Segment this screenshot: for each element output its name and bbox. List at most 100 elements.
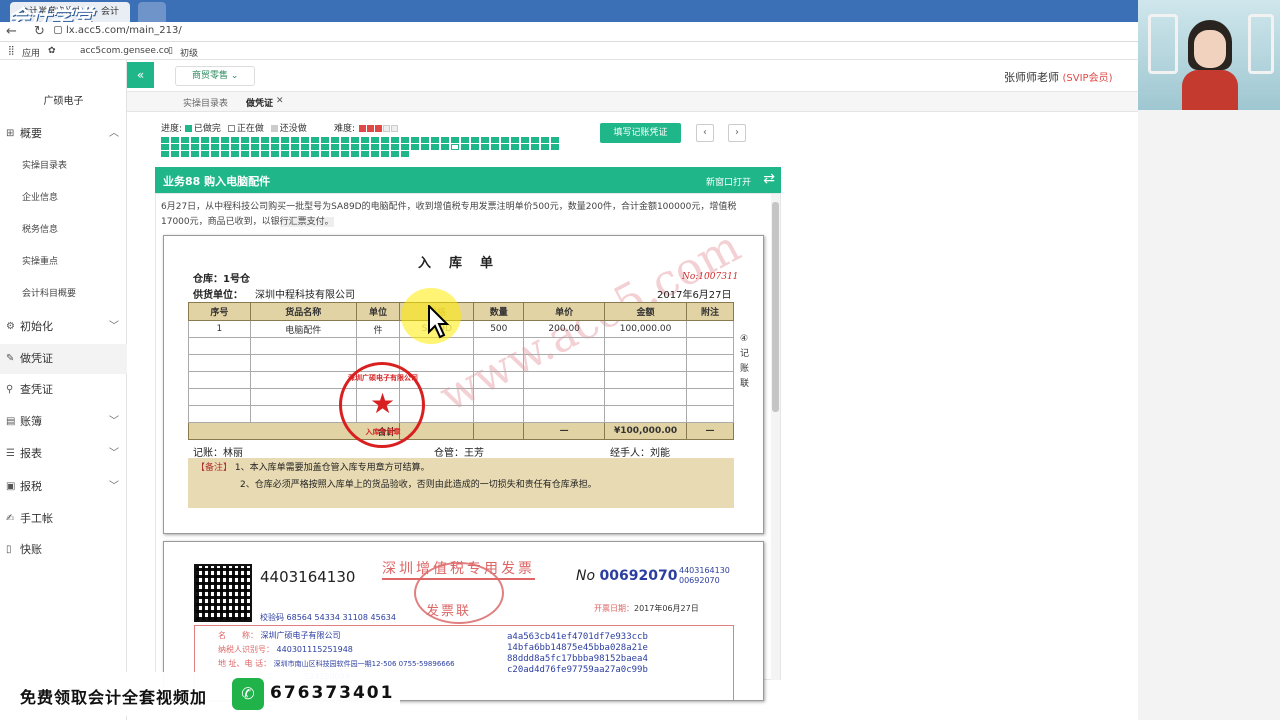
progress-cell[interactable] bbox=[321, 151, 329, 157]
progress-cell[interactable] bbox=[181, 137, 189, 143]
reload-icon[interactable]: ↻ bbox=[34, 24, 45, 39]
progress-cell[interactable] bbox=[181, 151, 189, 157]
progress-cell[interactable] bbox=[481, 137, 489, 143]
progress-cell[interactable] bbox=[271, 144, 279, 150]
progress-cell[interactable] bbox=[171, 151, 179, 157]
progress-cell[interactable] bbox=[421, 137, 429, 143]
progress-cell[interactable] bbox=[351, 144, 359, 150]
apps-icon[interactable]: ⣿ bbox=[8, 46, 15, 56]
progress-cell[interactable] bbox=[331, 144, 339, 150]
url-field[interactable]: lx.acc5.com/main_213/ bbox=[66, 25, 182, 36]
progress-cell[interactable] bbox=[301, 137, 309, 143]
progress-cell[interactable] bbox=[261, 144, 269, 150]
progress-cell[interactable] bbox=[201, 137, 209, 143]
progress-cell[interactable] bbox=[501, 144, 509, 150]
progress-cell[interactable] bbox=[511, 137, 519, 143]
progress-cell[interactable] bbox=[311, 151, 319, 157]
progress-cell[interactable] bbox=[431, 144, 439, 150]
progress-cell[interactable] bbox=[461, 144, 469, 150]
tab-make-voucher[interactable]: 做凭证 bbox=[246, 96, 273, 109]
fill-voucher-button[interactable]: 填写记账凭证 bbox=[600, 123, 681, 143]
progress-cell[interactable] bbox=[281, 151, 289, 157]
progress-cell[interactable] bbox=[211, 144, 219, 150]
progress-cell[interactable] bbox=[361, 144, 369, 150]
sidebar-item-query-voucher[interactable]: ⚲ 查凭证 bbox=[0, 375, 127, 405]
progress-cell[interactable] bbox=[221, 137, 229, 143]
progress-cell[interactable] bbox=[481, 144, 489, 150]
progress-cell[interactable] bbox=[261, 151, 269, 157]
collapse-sidebar-button[interactable]: « bbox=[127, 62, 154, 88]
progress-cell[interactable] bbox=[231, 137, 239, 143]
progress-cell[interactable] bbox=[301, 151, 309, 157]
progress-cell[interactable] bbox=[161, 137, 169, 143]
progress-cell[interactable] bbox=[191, 151, 199, 157]
progress-cell[interactable] bbox=[451, 137, 459, 143]
progress-cell[interactable] bbox=[251, 137, 259, 143]
progress-cell[interactable] bbox=[361, 137, 369, 143]
progress-cell[interactable] bbox=[281, 144, 289, 150]
progress-cell[interactable] bbox=[501, 137, 509, 143]
progress-cell[interactable] bbox=[281, 137, 289, 143]
progress-cell[interactable] bbox=[291, 137, 299, 143]
progress-cell[interactable] bbox=[441, 137, 449, 143]
sidebar-subitem-subjects[interactable]: 会计科目概要 bbox=[0, 279, 127, 309]
progress-cell[interactable] bbox=[441, 144, 449, 150]
progress-cell[interactable] bbox=[331, 151, 339, 157]
progress-cell[interactable] bbox=[401, 144, 409, 150]
back-icon[interactable]: ← bbox=[6, 24, 17, 39]
progress-cell[interactable] bbox=[461, 137, 469, 143]
progress-cell[interactable] bbox=[541, 144, 549, 150]
progress-cell[interactable] bbox=[241, 151, 249, 157]
sidebar-item-overview[interactable]: ⊞ 概要 ︿ bbox=[0, 119, 127, 149]
progress-cell[interactable] bbox=[171, 144, 179, 150]
sidebar-item-tax-filing[interactable]: ▣ 报税 ﹀ bbox=[0, 472, 127, 502]
progress-cell[interactable] bbox=[551, 144, 559, 150]
progress-cell[interactable] bbox=[201, 151, 209, 157]
progress-cell[interactable] bbox=[371, 144, 379, 150]
swap-icon[interactable]: ⇄ bbox=[763, 171, 775, 187]
progress-cell[interactable] bbox=[521, 137, 529, 143]
progress-cell[interactable] bbox=[211, 151, 219, 157]
prev-button[interactable]: ‹ bbox=[696, 124, 714, 142]
progress-cell[interactable] bbox=[351, 137, 359, 143]
progress-cell[interactable] bbox=[471, 137, 479, 143]
progress-cell[interactable] bbox=[361, 151, 369, 157]
progress-cell[interactable] bbox=[221, 151, 229, 157]
progress-cell[interactable] bbox=[411, 144, 419, 150]
progress-cell[interactable] bbox=[391, 137, 399, 143]
dept-select[interactable]: 商贸零售 ⌄ bbox=[175, 66, 255, 86]
progress-cell[interactable] bbox=[231, 144, 239, 150]
progress-cell[interactable] bbox=[191, 137, 199, 143]
sidebar-item-init[interactable]: ⚙ 初始化 ﹀ bbox=[0, 312, 127, 342]
progress-cell[interactable] bbox=[451, 144, 459, 150]
sidebar-item-ledger[interactable]: ▤ 账簿 ﹀ bbox=[0, 407, 127, 437]
progress-cell[interactable] bbox=[391, 144, 399, 150]
user-name[interactable]: 张师师老师 (SVIP会员) bbox=[1004, 69, 1112, 85]
progress-cell[interactable] bbox=[271, 151, 279, 157]
progress-cell[interactable] bbox=[521, 144, 529, 150]
bookmark-apps[interactable]: 应用 bbox=[22, 46, 40, 59]
progress-cell[interactable] bbox=[351, 151, 359, 157]
progress-cell[interactable] bbox=[191, 144, 199, 150]
progress-cell[interactable] bbox=[301, 144, 309, 150]
progress-cell[interactable] bbox=[271, 137, 279, 143]
progress-cell[interactable] bbox=[471, 144, 479, 150]
progress-cell[interactable] bbox=[311, 144, 319, 150]
progress-cell[interactable] bbox=[381, 137, 389, 143]
bookmark-gensee[interactable]: acc5com.gensee.co bbox=[80, 46, 169, 56]
progress-cell[interactable] bbox=[291, 144, 299, 150]
progress-cell[interactable] bbox=[251, 144, 259, 150]
next-button[interactable]: › bbox=[728, 124, 746, 142]
progress-cell[interactable] bbox=[341, 144, 349, 150]
progress-cell[interactable] bbox=[251, 151, 259, 157]
progress-cell[interactable] bbox=[181, 144, 189, 150]
progress-cell[interactable] bbox=[491, 137, 499, 143]
progress-cell[interactable] bbox=[551, 137, 559, 143]
sidebar-item-report[interactable]: ☰ 报表 ﹀ bbox=[0, 439, 127, 469]
progress-cell[interactable] bbox=[321, 144, 329, 150]
progress-cell[interactable] bbox=[311, 137, 319, 143]
progress-cell[interactable] bbox=[261, 137, 269, 143]
progress-cell[interactable] bbox=[291, 151, 299, 157]
progress-cell[interactable] bbox=[241, 144, 249, 150]
progress-cell[interactable] bbox=[321, 137, 329, 143]
